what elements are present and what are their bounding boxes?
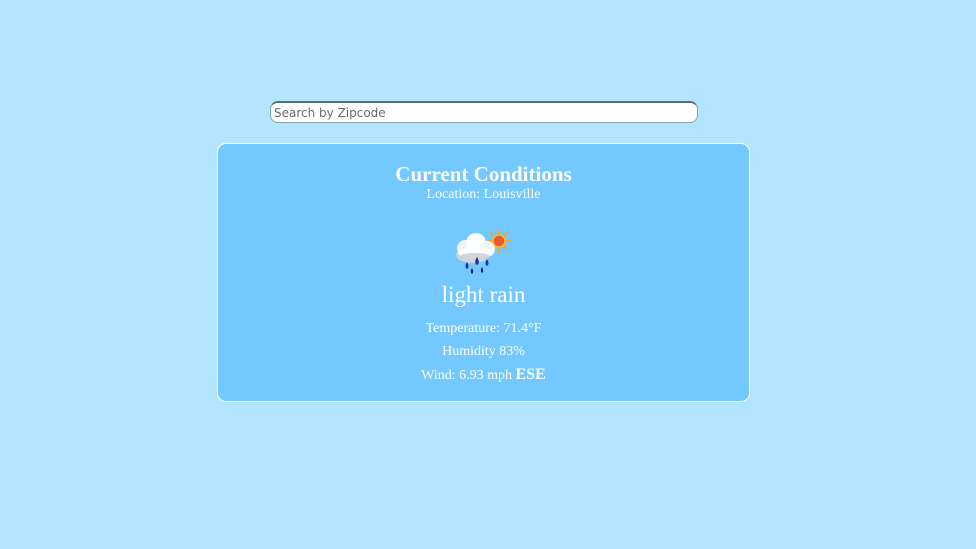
condition-description: light rain [441,282,526,307]
humidity-reading: Humidity 83% [442,344,525,359]
card-title: Current Conditions [395,162,572,186]
wind-speed: Wind: 6.93 mph [421,368,513,383]
search-bar [270,101,698,123]
rain-sun-cloud-icon [456,229,511,274]
cloud-icon [456,233,495,263]
wind-direction: ESE [515,366,546,383]
zipcode-search-input[interactable] [270,101,698,123]
current-conditions-card: Current Conditions Location: Louisville [217,143,750,402]
temperature-reading: Temperature: 71.4°F [425,321,542,336]
wind-reading: Wind: 6.93 mph ESE [218,366,749,384]
location-label: Location: Louisville [426,187,541,202]
